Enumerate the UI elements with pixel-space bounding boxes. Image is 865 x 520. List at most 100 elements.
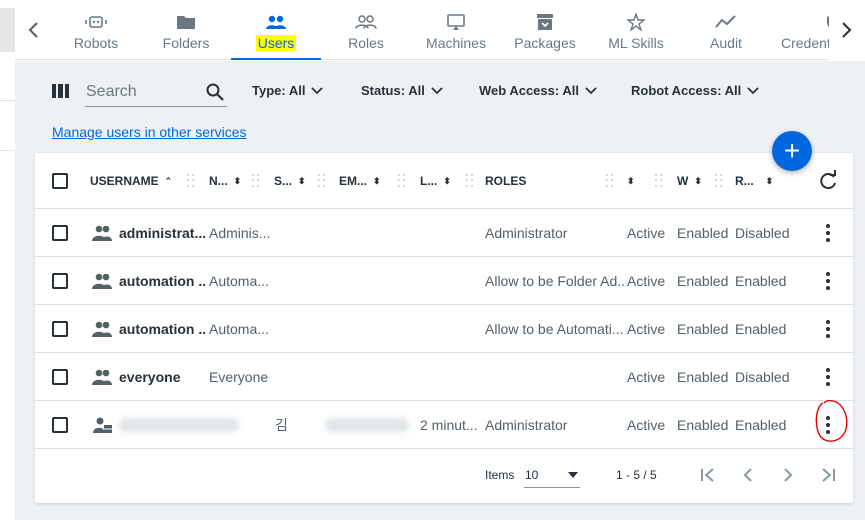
- tab-label: Folders: [162, 35, 210, 51]
- roles-cell: Administrator: [485, 417, 568, 433]
- row-checkbox[interactable]: [52, 321, 68, 337]
- filter-bar: Type: All Status: All Web Access: All Ro…: [15, 61, 865, 117]
- robot-access-cell: Disabled: [735, 225, 790, 241]
- tab-roles[interactable]: Roles: [343, 0, 389, 60]
- column-resize-handle[interactable]: [398, 174, 406, 188]
- search-icon[interactable]: [205, 82, 225, 102]
- tab-label: Packages: [514, 35, 576, 51]
- more-actions-icon[interactable]: [819, 270, 837, 292]
- status-filter[interactable]: Status: All: [361, 83, 443, 98]
- name-cell: Automa...: [209, 321, 269, 337]
- header-label: N...: [209, 174, 228, 188]
- redacted-username: [119, 418, 239, 432]
- column-header-last-login[interactable]: L... ⬍: [420, 153, 451, 209]
- sort-icon: ⬍: [694, 175, 702, 186]
- web-access-filter[interactable]: Web Access: All: [479, 83, 597, 98]
- column-resize-handle[interactable]: [252, 174, 260, 188]
- search-input[interactable]: [85, 82, 197, 101]
- first-page-button[interactable]: [696, 462, 720, 488]
- add-user-button[interactable]: +: [772, 131, 812, 171]
- username-cell: automation ...: [119, 273, 205, 289]
- tab-label: Robots: [73, 35, 119, 51]
- refresh-icon[interactable]: [817, 170, 839, 192]
- name-cell: Automa...: [209, 273, 269, 289]
- audit-icon: [715, 12, 737, 32]
- scroll-tabs-right-button[interactable]: [829, 0, 865, 60]
- caret-down-icon: [568, 472, 578, 478]
- column-header-name[interactable]: N... ⬍: [209, 153, 241, 209]
- last-page-button[interactable]: [816, 462, 840, 488]
- robot-access-filter-label: Robot Access: All: [631, 83, 742, 98]
- first-page-icon: [701, 468, 714, 482]
- column-resize-handle[interactable]: [715, 174, 723, 188]
- column-header-email[interactable]: EM... ⬍: [339, 153, 381, 209]
- more-actions-icon[interactable]: [819, 222, 837, 244]
- name-cell: Everyone: [209, 369, 269, 385]
- users-page: Type: All Status: All Web Access: All Ro…: [15, 61, 865, 520]
- chevron-down-icon: [311, 86, 324, 94]
- more-actions-icon[interactable]: [819, 366, 837, 388]
- tab-users[interactable]: Users: [231, 0, 321, 60]
- previous-page-button[interactable]: [736, 462, 760, 488]
- column-header-robot-access[interactable]: R... ⬍: [735, 153, 773, 209]
- next-page-button[interactable]: [776, 462, 800, 488]
- column-header-surname[interactable]: S... ⬍: [274, 153, 306, 209]
- header-label: EM...: [339, 174, 368, 188]
- robot-access-cell: Enabled: [735, 321, 787, 337]
- search-box: [85, 77, 227, 107]
- robot-access-cell: Enabled: [735, 273, 787, 289]
- status-cell: Active: [627, 417, 666, 433]
- row-checkbox[interactable]: [52, 225, 68, 241]
- sort-icon: ⬍: [443, 175, 451, 186]
- manage-users-link[interactable]: Manage users in other services: [52, 124, 247, 140]
- row-checkbox[interactable]: [52, 369, 68, 385]
- column-resize-handle[interactable]: [606, 174, 614, 188]
- column-resize-handle[interactable]: [187, 174, 195, 188]
- more-actions-icon[interactable]: [819, 318, 837, 340]
- table-row[interactable]: automation ... Automa... Allow to be Fol…: [35, 257, 853, 305]
- status-cell: Active: [627, 225, 666, 241]
- sort-icon: ⬍: [627, 175, 635, 186]
- robot-access-filter[interactable]: Robot Access: All: [631, 83, 759, 98]
- tab-robots[interactable]: Robots: [63, 0, 129, 60]
- tab-packages[interactable]: Packages: [512, 0, 578, 60]
- annotation-circle: [815, 399, 848, 442]
- scroll-tabs-left-button[interactable]: [15, 0, 51, 60]
- tab-folders[interactable]: Folders: [158, 0, 214, 60]
- roles-icon: [355, 12, 377, 32]
- table-row[interactable]: everyone Everyone Active Enabled Disable…: [35, 353, 853, 401]
- table-row[interactable]: automation ... Automa... Allow to be Aut…: [35, 305, 853, 353]
- web-access-cell: Enabled: [677, 369, 729, 385]
- redacted-email: [325, 418, 409, 432]
- column-resize-handle[interactable]: [318, 174, 326, 188]
- column-header-username[interactable]: USERNAME ⌃: [90, 153, 172, 209]
- header-label: ROLES: [485, 174, 527, 188]
- users-icon: [265, 12, 287, 32]
- select-all-checkbox[interactable]: [52, 173, 68, 189]
- columns-icon[interactable]: [52, 84, 69, 98]
- web-access-cell: Enabled: [677, 417, 729, 433]
- column-header-web-access[interactable]: W ⬍: [677, 153, 702, 209]
- group-icon: [92, 321, 112, 337]
- last-page-icon: [822, 468, 835, 482]
- column-resize-handle[interactable]: [466, 174, 474, 188]
- tab-audit[interactable]: Audit: [705, 0, 747, 60]
- chevron-left-icon: [743, 468, 752, 482]
- folder-icon: [175, 12, 197, 32]
- column-resize-handle[interactable]: [655, 174, 663, 188]
- tab-ml-skills[interactable]: ML Skills: [605, 0, 667, 60]
- table-row[interactable]: administrat... Adminis... Administrator …: [35, 209, 853, 257]
- chevron-down-icon: [747, 86, 759, 94]
- table-row[interactable]: 김 2 minut... Administrator Active Enable…: [35, 399, 853, 449]
- column-header-status[interactable]: ⬍: [625, 153, 635, 209]
- items-per-page-select[interactable]: 10: [524, 462, 580, 488]
- status-cell: Active: [627, 321, 666, 337]
- column-header-roles: ROLES: [485, 153, 526, 209]
- row-checkbox[interactable]: [52, 273, 68, 289]
- type-filter[interactable]: Type: All: [252, 83, 324, 98]
- tab-label: Audit: [710, 35, 742, 51]
- tab-machines[interactable]: Machines: [422, 0, 490, 60]
- row-checkbox[interactable]: [52, 417, 68, 433]
- background-window-edge: [0, 0, 15, 520]
- roles-cell: Allow to be Automati...: [485, 321, 624, 337]
